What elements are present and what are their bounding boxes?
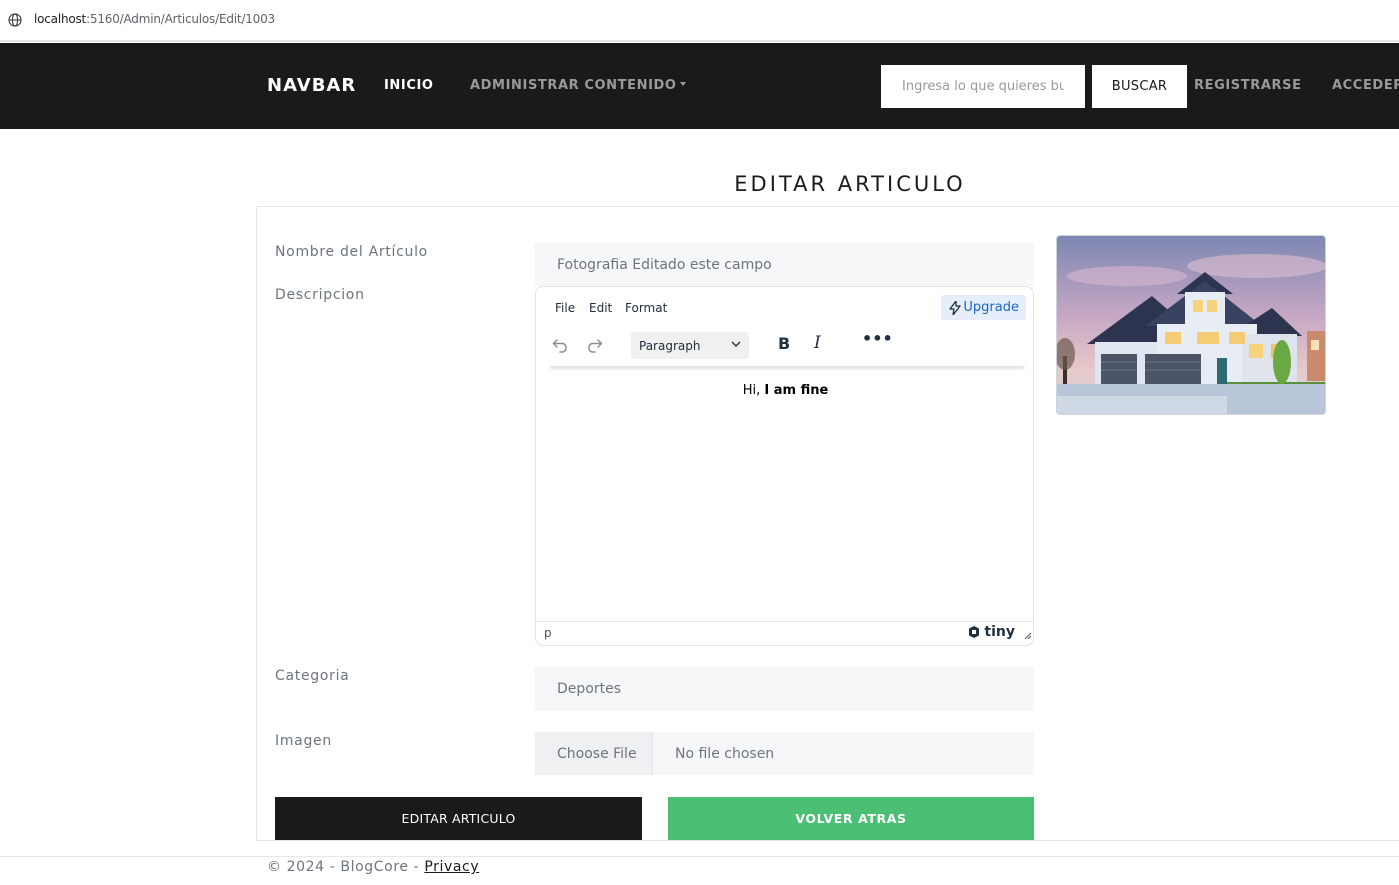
tiny-logo[interactable]: tiny: [967, 624, 1015, 640]
descripcion-label: Descripcion: [275, 287, 365, 303]
imagen-label: Imagen: [275, 733, 332, 749]
nombre-label: Nombre del Artículo: [275, 244, 428, 260]
block-format-select[interactable]: Paragraph: [631, 332, 749, 359]
editor-upgrade-button[interactable]: Upgrade: [941, 295, 1026, 320]
editor-menu-format[interactable]: Format: [625, 301, 667, 315]
bold-button[interactable]: B: [778, 334, 790, 353]
editar-articulo-button[interactable]: EDITAR ARTICULO: [275, 797, 642, 840]
block-format-value: Paragraph: [639, 338, 701, 353]
caret-down-icon: [679, 81, 686, 86]
page-title: EDITAR ARTICULO: [734, 172, 966, 196]
navbar: NAVBAR INICIO ADMINISTRAR CONTENIDO BUSC…: [0, 43, 1399, 129]
editor-statusbar: p tiny: [536, 621, 1033, 645]
categoria-label: Categoria: [275, 668, 350, 684]
editor-text-bold: I am fine: [764, 383, 829, 398]
more-options-button[interactable]: •••: [862, 329, 893, 348]
nav-dropdown-administrar-contenido[interactable]: ADMINISTRAR CONTENIDO: [470, 78, 686, 93]
rich-text-editor: File Edit Format Upgrade Paragraph B I •…: [535, 286, 1034, 646]
nav-link-inicio[interactable]: INICIO: [384, 78, 434, 93]
privacy-link[interactable]: Privacy: [424, 859, 479, 875]
editor-upgrade-label: Upgrade: [963, 300, 1019, 315]
categoria-select[interactable]: Deportes: [535, 667, 1034, 711]
tiny-logo-text: tiny: [984, 624, 1015, 640]
nav-link-registrarse[interactable]: REGISTRARSE: [1194, 78, 1302, 93]
lightning-icon: [949, 300, 962, 315]
editor-menu-file[interactable]: File: [555, 301, 575, 315]
nav-link-acceder[interactable]: ACCEDER: [1332, 78, 1399, 93]
tiny-logo-icon: [969, 626, 980, 638]
footer-copyright: © 2024 - BlogCore -: [267, 859, 425, 875]
chevron-down-icon: [731, 341, 741, 347]
house-photo: [1057, 236, 1325, 414]
imagen-file-input[interactable]: Choose File No file chosen: [535, 732, 1034, 775]
footer: © 2024 - BlogCore - Privacy: [0, 856, 1399, 885]
editor-content[interactable]: Hi, I am fine: [536, 383, 1033, 398]
nav-dropdown-label: ADMINISTRAR CONTENIDO: [470, 78, 677, 93]
url-path: :5160/Admin/Articulos/Edit/1003: [86, 12, 275, 26]
navbar-brand[interactable]: NAVBAR: [267, 75, 356, 96]
globe-icon: [8, 13, 22, 27]
browser-address-bar: localhost:5160/Admin/Articulos/Edit/1003: [0, 0, 1399, 42]
url-field[interactable]: localhost:5160/Admin/Articulos/Edit/1003: [34, 12, 275, 26]
resize-handle-icon[interactable]: [1024, 632, 1032, 640]
undo-icon[interactable]: [551, 335, 571, 355]
search-input[interactable]: [881, 65, 1085, 108]
url-host: localhost: [34, 12, 87, 26]
editor-menu-edit[interactable]: Edit: [589, 301, 612, 315]
italic-button[interactable]: I: [814, 333, 821, 353]
redo-icon[interactable]: [584, 335, 604, 355]
toolbar-divider: [550, 363, 1024, 367]
file-status: No file chosen: [675, 745, 775, 762]
article-image-preview: [1056, 235, 1326, 415]
editor-text-plain: Hi,: [742, 383, 765, 398]
volver-atras-button[interactable]: VOLVER ATRAS: [668, 797, 1034, 840]
choose-file-button[interactable]: Choose File: [535, 732, 653, 775]
nombre-input[interactable]: Fotografia Editado este campo: [535, 243, 1034, 286]
search-button[interactable]: BUSCAR: [1092, 65, 1187, 108]
element-path[interactable]: p: [544, 626, 552, 640]
footer-text: © 2024 - BlogCore - Privacy: [267, 859, 479, 875]
